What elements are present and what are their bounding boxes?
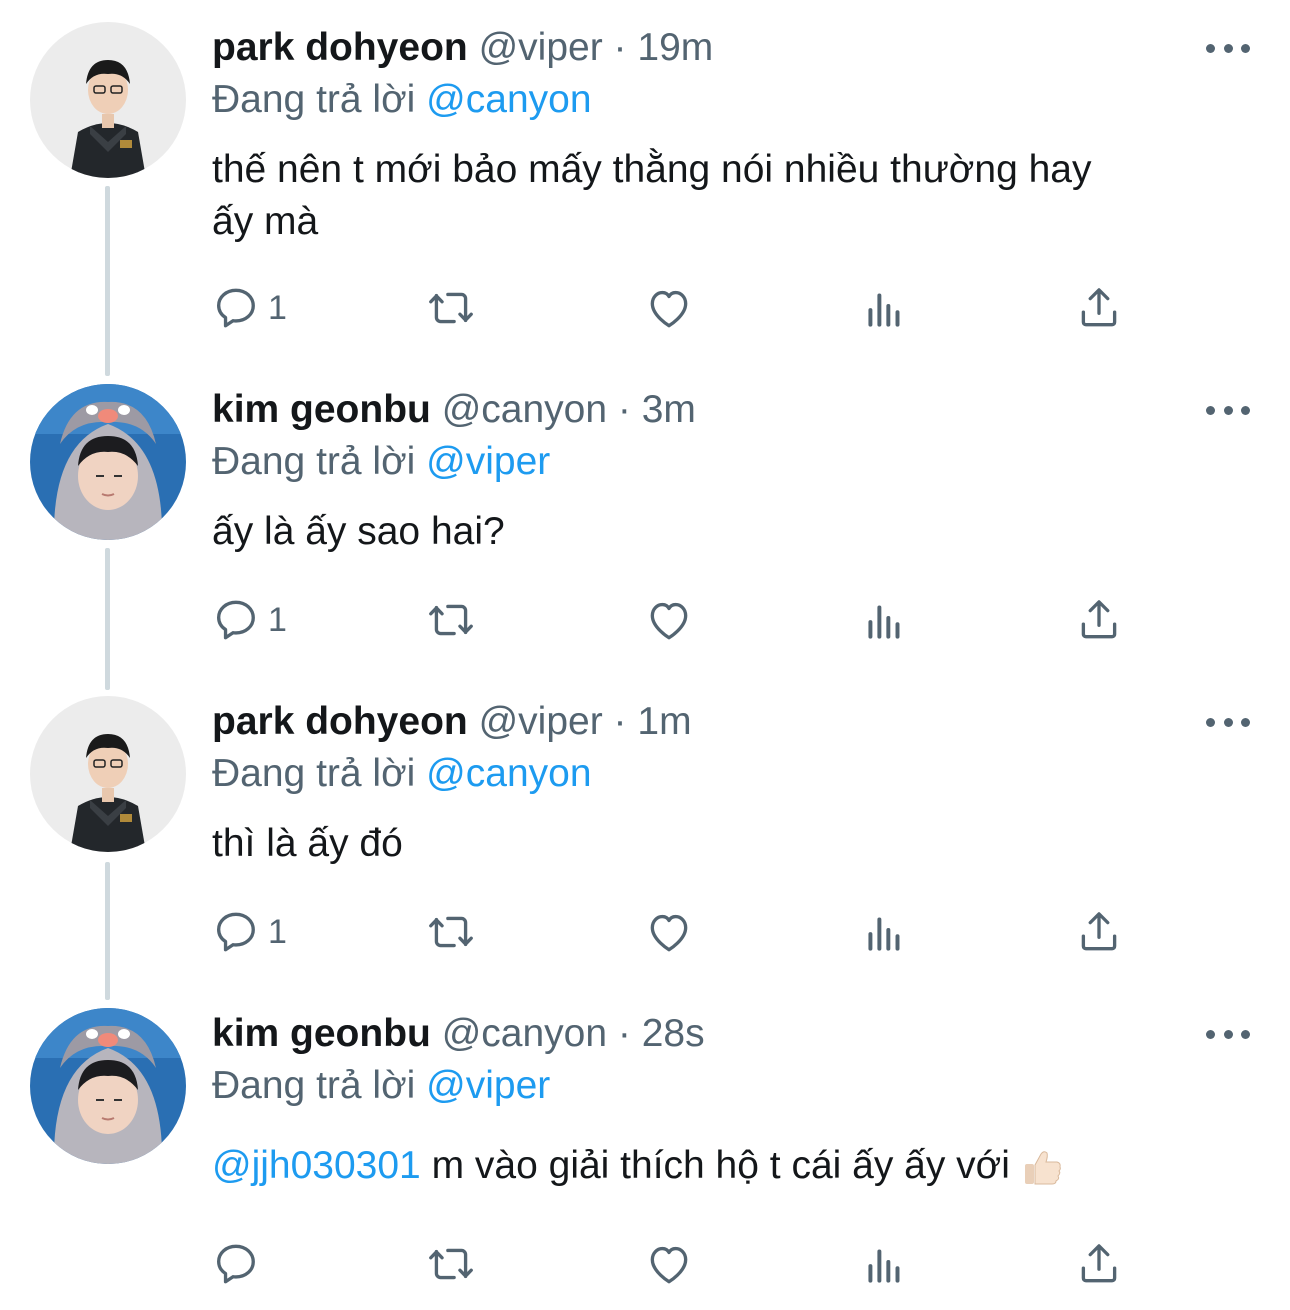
reply-button[interactable]: 1: [212, 902, 287, 962]
share-button[interactable]: [1074, 590, 1124, 650]
reply-context: Đang trả lời @viper: [212, 436, 1232, 488]
share-button[interactable]: [1074, 278, 1124, 338]
reply-button[interactable]: [212, 1234, 268, 1294]
separator: ·: [613, 700, 627, 743]
separator: ·: [617, 1012, 631, 1055]
tweet-header: park dohyeon @viper · 1m: [212, 696, 1232, 748]
avatar[interactable]: [30, 22, 186, 178]
timestamp[interactable]: 1m: [637, 700, 691, 743]
reply-count: 1: [268, 600, 287, 639]
tweet-text-body: m vào giải thích hộ t cái ấy ấy với: [420, 1144, 1021, 1187]
share-icon: [1074, 595, 1124, 645]
like-button[interactable]: [644, 1234, 694, 1294]
share-button[interactable]: [1074, 902, 1124, 962]
display-name[interactable]: park dohyeon: [212, 26, 468, 69]
share-icon: [1074, 283, 1124, 333]
reply-button[interactable]: 1: [212, 278, 287, 338]
tweet-text-line: ấy mà: [212, 200, 319, 243]
reply-count: 1: [268, 912, 287, 951]
reply-prefix: Đang trả lời: [212, 1064, 416, 1107]
reply-mention[interactable]: @canyon: [426, 78, 591, 121]
share-icon: [1074, 1239, 1124, 1289]
reply-mention[interactable]: @canyon: [426, 752, 591, 795]
views-button[interactable]: [860, 590, 910, 650]
retweet-icon: [426, 283, 476, 333]
share-icon: [1074, 907, 1124, 957]
avatar[interactable]: [30, 1008, 186, 1164]
timestamp[interactable]: 28s: [642, 1012, 705, 1055]
more-options-icon[interactable]: [1206, 710, 1250, 734]
text-mention[interactable]: @jjh030301: [212, 1144, 421, 1187]
timestamp[interactable]: 19m: [637, 26, 713, 69]
retweet-icon: [426, 907, 476, 957]
like-button[interactable]: [644, 590, 694, 650]
handle[interactable]: @canyon: [442, 388, 607, 431]
tweet-text: thế nên t mới bảo mấy thằng nói nhiều th…: [212, 144, 1232, 248]
reply-count: 1: [268, 288, 287, 327]
reply-mention[interactable]: @viper: [426, 1064, 550, 1107]
avatar[interactable]: [30, 384, 186, 540]
tweet-header: park dohyeon @viper · 19m: [212, 22, 1232, 74]
tweet-text-line: thì là ấy đó: [212, 822, 403, 865]
separator: ·: [617, 388, 631, 431]
handle[interactable]: @viper: [479, 26, 603, 69]
tweet-actions: 1: [212, 590, 1212, 650]
tweet-text: @jjh030301 m vào giải thích hộ t cái ấy …: [212, 1140, 1232, 1192]
stats-icon: [860, 1239, 910, 1289]
more-options-icon[interactable]: [1206, 398, 1250, 422]
tweet-text: ấy là ấy sao hai?: [212, 506, 1232, 558]
reply-icon: [212, 907, 262, 957]
views-button[interactable]: [860, 278, 910, 338]
reply-prefix: Đang trả lời: [212, 752, 416, 795]
reply-context: Đang trả lời @viper: [212, 1060, 1232, 1112]
tweet-actions: 1: [212, 902, 1212, 962]
stats-icon: [860, 595, 910, 645]
views-button[interactable]: [860, 1234, 910, 1294]
tweet-text: thì là ấy đó: [212, 818, 1232, 870]
avatar[interactable]: [30, 696, 186, 852]
tweet-text-line: thế nên t mới bảo mấy thằng nói nhiều th…: [212, 148, 1092, 191]
reply-context: Đang trả lời @canyon: [212, 748, 1232, 800]
handle[interactable]: @canyon: [442, 1012, 607, 1055]
like-button[interactable]: [644, 902, 694, 962]
display-name[interactable]: kim geonbu: [212, 1012, 431, 1055]
reply-prefix: Đang trả lời: [212, 440, 416, 483]
more-options-icon[interactable]: [1206, 36, 1250, 60]
tweet-text-line: ấy là ấy sao hai?: [212, 510, 505, 553]
display-name[interactable]: park dohyeon: [212, 700, 468, 743]
reply-icon: [212, 595, 262, 645]
heart-icon: [644, 595, 694, 645]
reply-mention[interactable]: @viper: [426, 440, 550, 483]
retweet-icon: [426, 595, 476, 645]
separator: ·: [613, 26, 627, 69]
heart-icon: [644, 1239, 694, 1289]
tweet-header: kim geonbu @canyon · 3m: [212, 384, 1232, 436]
tweet-actions: [212, 1234, 1212, 1294]
timestamp[interactable]: 3m: [642, 388, 696, 431]
reply-prefix: Đang trả lời: [212, 78, 416, 121]
reply-button[interactable]: 1: [212, 590, 287, 650]
retweet-button[interactable]: [426, 278, 476, 338]
heart-icon: [644, 907, 694, 957]
heart-icon: [644, 283, 694, 333]
more-options-icon[interactable]: [1206, 1022, 1250, 1046]
tweet-actions: 1: [212, 278, 1212, 338]
tweet-header: kim geonbu @canyon · 28s: [212, 1008, 1232, 1060]
retweet-icon: [426, 1239, 476, 1289]
thumbs-up-icon: [1021, 1146, 1065, 1190]
display-name[interactable]: kim geonbu: [212, 388, 431, 431]
views-button[interactable]: [860, 902, 910, 962]
reply-icon: [212, 283, 262, 333]
stats-icon: [860, 283, 910, 333]
reply-context: Đang trả lời @canyon: [212, 74, 1232, 126]
like-button[interactable]: [644, 278, 694, 338]
retweet-button[interactable]: [426, 590, 476, 650]
retweet-button[interactable]: [426, 1234, 476, 1294]
handle[interactable]: @viper: [479, 700, 603, 743]
stats-icon: [860, 907, 910, 957]
retweet-button[interactable]: [426, 902, 476, 962]
reply-icon: [212, 1239, 262, 1289]
share-button[interactable]: [1074, 1234, 1124, 1294]
